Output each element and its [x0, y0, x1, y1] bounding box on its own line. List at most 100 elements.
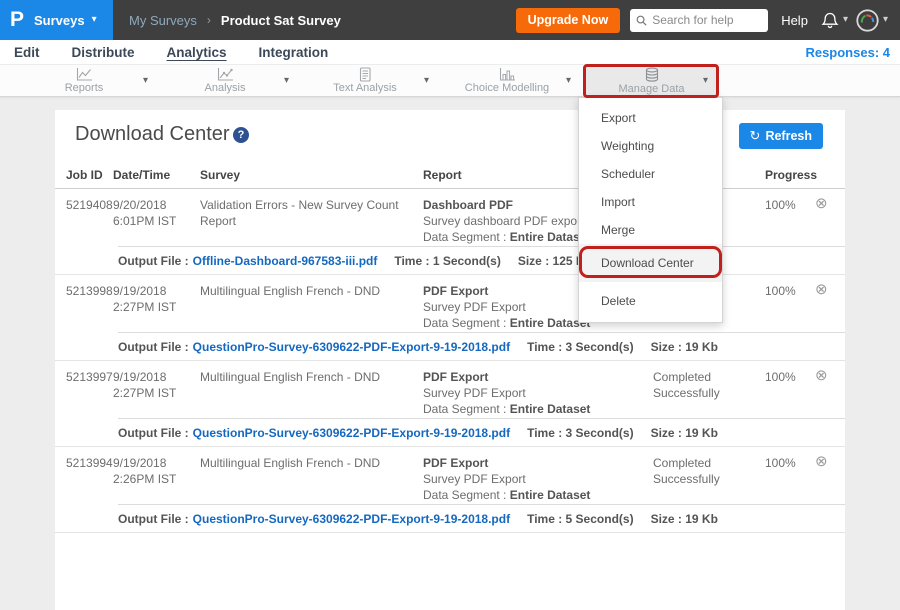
output-size: Size : 19 Kb	[651, 512, 718, 526]
output-file-link[interactable]: QuestionPro-Survey-6309622-PDF-Export-9-…	[193, 340, 510, 354]
report-cell: PDF Export Survey PDF Export Data Segmen…	[423, 455, 645, 504]
toolbar-label: Choice Modelling	[465, 82, 549, 94]
data-segment-label: Data Segment :	[423, 402, 506, 416]
output-time: Time : 1 Second(s)	[394, 254, 500, 268]
job-row: 5213994 9/19/2018 2:26PM IST Multilingua…	[55, 447, 845, 504]
search-input[interactable]	[652, 13, 762, 27]
column-report: Report	[423, 168, 462, 182]
report-description: Survey PDF Export	[423, 385, 645, 401]
job-id-cell: 5213998	[66, 283, 114, 299]
menu-item-scheduler[interactable]: Scheduler	[579, 160, 722, 188]
upgrade-now-button[interactable]: Upgrade Now	[516, 8, 621, 33]
bar-chart-icon	[499, 67, 516, 82]
survey-cell: Multilingual English French - DND	[200, 369, 415, 385]
page-title: Download Center	[75, 123, 230, 146]
avatar-gauge-icon	[856, 9, 879, 32]
table-body: 5219408 9/20/2018 6:01PM IST Validation …	[55, 189, 845, 533]
menu-item-download-center[interactable]: Download Center	[579, 244, 722, 282]
menu-item-export[interactable]: Export	[579, 104, 722, 132]
job-row: 5213997 9/19/2018 2:27PM IST Multilingua…	[55, 361, 845, 418]
job-id-cell: 5213994	[66, 455, 114, 471]
chevron-down-icon[interactable]: ▾	[883, 15, 888, 25]
table-row: 5213994 9/19/2018 2:26PM IST Multilingua…	[55, 447, 845, 533]
table-row: 5213997 9/19/2018 2:27PM IST Multilingua…	[55, 361, 845, 447]
output-file-link[interactable]: QuestionPro-Survey-6309622-PDF-Export-9-…	[193, 426, 510, 440]
breadcrumb-my-surveys[interactable]: My Surveys	[129, 13, 197, 28]
output-file-link[interactable]: QuestionPro-Survey-6309622-PDF-Export-9-…	[193, 512, 510, 526]
datetime-cell: 9/20/2018 6:01PM IST	[113, 197, 207, 229]
chevron-down-icon: ▾	[92, 15, 97, 25]
menu-item-merge[interactable]: Merge	[579, 216, 722, 244]
output-file-row: Output File : QuestionPro-Survey-6309622…	[118, 504, 845, 532]
help-badge-icon[interactable]: ?	[233, 127, 249, 143]
output-file-label: Output File :	[118, 426, 189, 440]
job-row: 5219408 9/20/2018 6:01PM IST Validation …	[55, 189, 845, 246]
toolbar-analysis[interactable]: Analysis ▾	[165, 65, 285, 97]
tab-integration[interactable]: Integration	[259, 45, 329, 60]
output-time: Time : 3 Second(s)	[527, 426, 633, 440]
line-chart-icon	[76, 67, 93, 82]
table-row: 5219408 9/20/2018 6:01PM IST Validation …	[55, 189, 845, 275]
menu-item-delete[interactable]: Delete	[579, 282, 722, 320]
output-file-link[interactable]: Offline-Dashboard-967583-iii.pdf	[193, 254, 378, 268]
refresh-button[interactable]: ↻ Refresh	[739, 123, 823, 149]
toolbar-text-analysis[interactable]: Text Analysis ▾	[305, 65, 425, 97]
output-file-row: Output File : QuestionPro-Survey-6309622…	[118, 332, 845, 360]
menu-item-import[interactable]: Import	[579, 188, 722, 216]
datetime-cell: 9/19/2018 2:26PM IST	[113, 455, 207, 487]
progress-cell: 100%	[765, 369, 807, 385]
responses-count: Responses: 4	[805, 45, 890, 60]
cancel-job-icon[interactable]: ⊗	[815, 280, 839, 300]
toolbar-reports[interactable]: Reports ▾	[24, 65, 144, 97]
survey-cell: Validation Errors - New Survey Count Rep…	[200, 197, 415, 229]
column-progress: Progress	[765, 168, 817, 182]
cancel-job-icon[interactable]: ⊗	[815, 452, 839, 472]
chevron-down-icon[interactable]: ▾	[703, 76, 708, 86]
cancel-job-icon[interactable]: ⊗	[815, 194, 839, 214]
toolbar-label: Manage Data	[618, 83, 684, 95]
chevron-down-icon[interactable]: ▾	[566, 76, 571, 86]
data-segment: Data Segment : Entire Dataset	[423, 487, 645, 503]
breadcrumb-current-survey: Product Sat Survey	[221, 13, 341, 28]
help-search-box[interactable]	[630, 9, 768, 32]
output-file-label: Output File :	[118, 512, 189, 526]
refresh-label: Refresh	[765, 129, 812, 143]
menu-item-weighting[interactable]: Weighting	[579, 132, 722, 160]
job-row: 5213998 9/19/2018 2:27PM IST Multilingua…	[55, 275, 845, 332]
help-link[interactable]: Help	[781, 13, 808, 28]
top-navigation-bar: P Surveys ▾ My Surveys › Product Sat Sur…	[0, 0, 900, 40]
database-icon	[644, 67, 660, 83]
analytics-toolbar: Reports ▾ Analysis ▾ Text Analysis ▾	[0, 65, 900, 97]
surveys-menu[interactable]: P Surveys ▾	[0, 0, 113, 40]
refresh-icon: ↻	[750, 128, 761, 144]
cancel-job-icon[interactable]: ⊗	[815, 366, 839, 386]
chevron-down-icon[interactable]: ▾	[143, 76, 148, 86]
progress-cell: 100%	[765, 283, 807, 299]
toolbar-manage-data[interactable]: Manage Data ▾	[585, 65, 718, 97]
status-cell: Completed Successfully	[653, 369, 753, 401]
text-document-icon	[357, 67, 373, 82]
table-row: 5213998 9/19/2018 2:27PM IST Multilingua…	[55, 275, 845, 361]
tab-edit[interactable]: Edit	[14, 45, 40, 60]
table-header: Job ID Date/Time Survey Report Progress	[55, 162, 845, 189]
data-segment: Data Segment : Entire Dataset	[423, 401, 645, 417]
job-id-cell: 5219408	[66, 197, 114, 213]
tab-analytics[interactable]: Analytics	[167, 45, 227, 60]
column-date-time: Date/Time	[113, 168, 170, 182]
chevron-down-icon[interactable]: ▾	[424, 76, 429, 86]
download-center-card: Download Center ? ↻ Refresh Job ID Date/…	[55, 110, 845, 610]
avatar[interactable]	[856, 9, 879, 32]
notifications-bell-icon[interactable]	[821, 11, 839, 30]
content-area: Download Center ? ↻ Refresh Job ID Date/…	[0, 97, 900, 523]
chevron-down-icon[interactable]: ▾	[843, 15, 848, 25]
data-segment-value: Entire Dataset	[510, 488, 591, 502]
datetime-cell: 9/19/2018 2:27PM IST	[113, 283, 207, 315]
datetime-cell: 9/19/2018 2:27PM IST	[113, 369, 207, 401]
tab-distribute[interactable]: Distribute	[72, 45, 135, 60]
toolbar-choice-modelling[interactable]: Choice Modelling ▾	[447, 65, 567, 97]
data-segment-label: Data Segment :	[423, 230, 506, 244]
chevron-down-icon[interactable]: ▾	[284, 76, 289, 86]
report-cell: PDF Export Survey PDF Export Data Segmen…	[423, 369, 645, 418]
survey-cell: Multilingual English French - DND	[200, 455, 415, 471]
search-icon	[636, 14, 647, 27]
